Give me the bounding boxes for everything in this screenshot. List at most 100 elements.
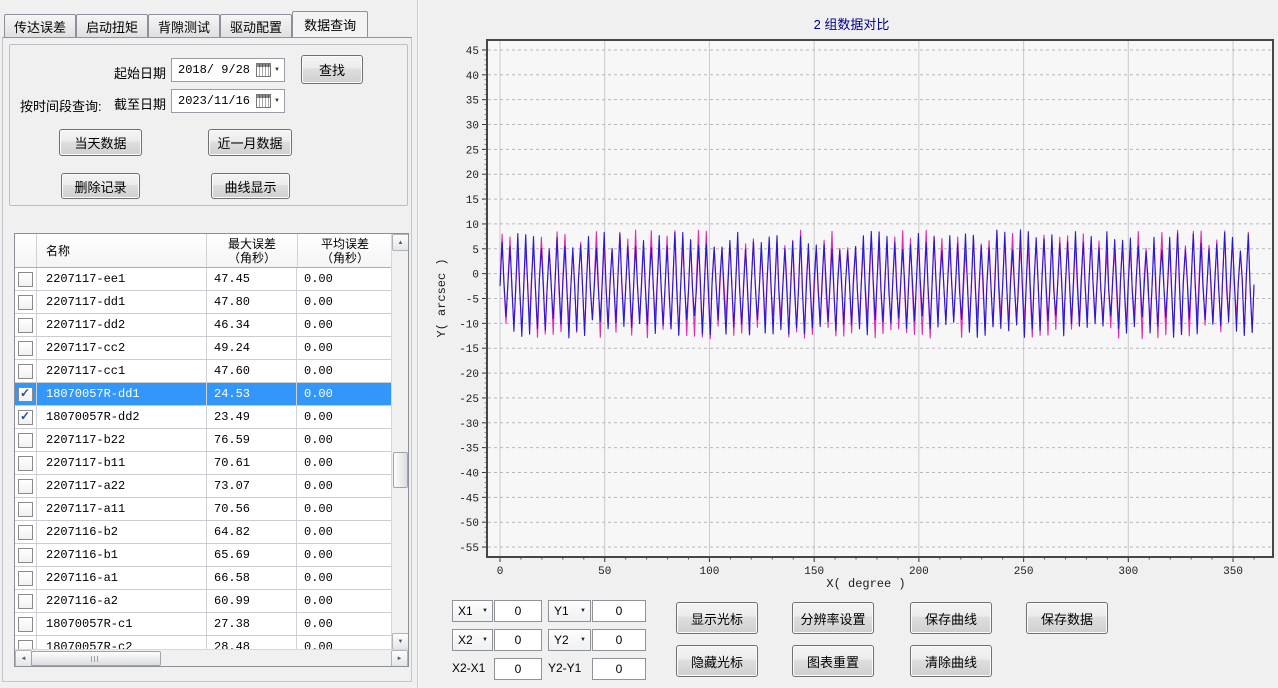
checkbox-cell [15, 383, 37, 405]
table-row[interactable]: 2207117-cc249.240.00 [15, 337, 392, 360]
chevron-down-icon[interactable]: ▼ [274, 98, 280, 104]
row-checkbox[interactable] [18, 456, 33, 471]
last-month-data-button[interactable]: 近一月数据 [208, 129, 292, 156]
clear-curve-button[interactable]: 清除曲线 [910, 645, 992, 677]
row-max-error: 47.80 [207, 291, 297, 313]
row-checkbox[interactable] [18, 617, 33, 632]
chart-plot[interactable]: 050100150200250300350454035302520151050-… [425, 0, 1278, 598]
row-checkbox[interactable] [18, 594, 33, 609]
x2x1-label: X2-X1 [452, 657, 485, 679]
start-date-picker[interactable]: 2018/ 9/28 ▼ [171, 58, 285, 82]
row-checkbox[interactable] [18, 295, 33, 310]
table-row[interactable]: 2207116-b264.820.00 [15, 521, 392, 544]
y2y1-value-input[interactable] [592, 658, 646, 680]
table-row[interactable]: 2207117-b1170.610.00 [15, 452, 392, 475]
checkbox-cell [15, 337, 37, 359]
table-row[interactable]: 2207116-b165.690.00 [15, 544, 392, 567]
tab-backlash-test[interactable]: 背隙测试 [148, 14, 220, 37]
x2x1-value-input[interactable] [494, 658, 542, 680]
row-name: 2207117-dd2 [37, 314, 207, 336]
save-data-button[interactable]: 保存数据 [1026, 602, 1108, 634]
y-tick-label: 25 [466, 145, 479, 157]
row-checkbox[interactable] [18, 502, 33, 517]
x1-select[interactable]: X1▼ [452, 600, 493, 622]
table-row[interactable]: 2207117-cc147.600.00 [15, 360, 392, 383]
y-tick-label: 15 [466, 195, 479, 207]
table-row[interactable]: 18070057R-c127.380.00 [15, 613, 392, 636]
chevron-down-icon: ▼ [482, 637, 488, 643]
y2-select[interactable]: Y2▼ [548, 629, 591, 651]
scroll-right-icon[interactable]: ► [391, 650, 408, 667]
calendar-icon[interactable] [256, 63, 271, 77]
table-row[interactable]: 2207117-ee147.450.00 [15, 268, 392, 291]
y2-value-input[interactable] [592, 629, 646, 651]
chevron-down-icon[interactable]: ▼ [274, 67, 280, 73]
scroll-down-icon[interactable]: ▼ [392, 633, 409, 650]
show-cursor-button[interactable]: 显示光标 [676, 602, 758, 634]
x2-value-input[interactable] [494, 629, 542, 651]
x1-value-input[interactable] [494, 600, 542, 622]
x-tick-label: 100 [700, 566, 720, 578]
table-row[interactable]: 18070057R-dd124.530.00 [15, 383, 392, 406]
row-max-error: 27.38 [207, 613, 297, 635]
calendar-icon[interactable] [256, 94, 271, 108]
tab-start-torque[interactable]: 启动扭矩 [76, 14, 148, 37]
tab-transfer-error[interactable]: 传达误差 [4, 14, 76, 37]
horizontal-scrollbar[interactable]: ◄ ► [15, 649, 408, 666]
horizontal-scroll-thumb[interactable] [31, 651, 161, 666]
header-avg-error[interactable]: 平均误差 （角秒） [298, 234, 392, 267]
row-checkbox[interactable] [18, 479, 33, 494]
row-checkbox[interactable] [18, 433, 33, 448]
y-tick-label: -45 [459, 493, 479, 505]
row-max-error: 46.34 [207, 314, 297, 336]
row-checkbox[interactable] [18, 387, 33, 402]
x2-select[interactable]: X2▼ [452, 629, 493, 651]
table-row[interactable]: 2207117-a2273.070.00 [15, 475, 392, 498]
vertical-scroll-thumb[interactable] [393, 452, 408, 488]
row-checkbox[interactable] [18, 410, 33, 425]
table-row[interactable]: 2207117-dd147.800.00 [15, 291, 392, 314]
row-checkbox[interactable] [18, 318, 33, 333]
row-checkbox[interactable] [18, 272, 33, 287]
y2y1-label: Y2-Y1 [548, 657, 581, 679]
chevron-down-icon: ▼ [580, 608, 586, 614]
header-max-error[interactable]: 最大误差 （角秒） [207, 234, 298, 267]
table-row[interactable]: 2207117-dd246.340.00 [15, 314, 392, 337]
tab-drive-config[interactable]: 驱动配置 [220, 14, 292, 37]
scroll-up-icon[interactable]: ▲ [392, 234, 409, 251]
y1-value-input[interactable] [592, 600, 646, 622]
end-date-picker[interactable]: 2023/11/16 ▼ [171, 89, 285, 113]
chart-reset-button[interactable]: 图表重置 [792, 645, 874, 677]
scroll-left-icon[interactable]: ◄ [15, 650, 32, 667]
x-tick-label: 350 [1223, 566, 1243, 578]
row-checkbox[interactable] [18, 571, 33, 586]
hide-cursor-button[interactable]: 隐藏光标 [676, 645, 758, 677]
x-tick-label: 150 [804, 566, 824, 578]
row-avg-error: 0.00 [297, 429, 392, 451]
row-checkbox[interactable] [18, 548, 33, 563]
header-name[interactable]: 名称 [37, 234, 207, 267]
y-tick-label: 30 [466, 121, 479, 133]
curve-display-button[interactable]: 曲线显示 [211, 173, 290, 199]
y1-select[interactable]: Y1▼ [548, 600, 591, 622]
table-row[interactable]: 18070057R-c228.480.00 [15, 636, 392, 650]
row-checkbox[interactable] [18, 341, 33, 356]
tab-data-query[interactable]: 数据查询 [292, 11, 368, 37]
row-name: 2207117-ee1 [37, 268, 207, 290]
save-curve-button[interactable]: 保存曲线 [910, 602, 992, 634]
row-checkbox[interactable] [18, 364, 33, 379]
search-button[interactable]: 查找 [301, 55, 363, 84]
checkbox-cell [15, 360, 37, 382]
table-row[interactable]: 2207116-a260.990.00 [15, 590, 392, 613]
table-row[interactable]: 2207117-a1170.560.00 [15, 498, 392, 521]
row-checkbox[interactable] [18, 525, 33, 540]
resolution-settings-button[interactable]: 分辨率设置 [792, 602, 874, 634]
table-row[interactable]: 2207117-b2276.590.00 [15, 429, 392, 452]
table-body: 2207117-ee147.450.002207117-dd147.800.00… [15, 268, 392, 650]
vertical-scrollbar[interactable]: ▲ ▼ [391, 234, 408, 650]
y-tick-label: -40 [459, 468, 479, 480]
table-row[interactable]: 18070057R-dd223.490.00 [15, 406, 392, 429]
today-data-button[interactable]: 当天数据 [59, 129, 142, 156]
delete-record-button[interactable]: 删除记录 [61, 173, 140, 199]
table-row[interactable]: 2207116-a166.580.00 [15, 567, 392, 590]
